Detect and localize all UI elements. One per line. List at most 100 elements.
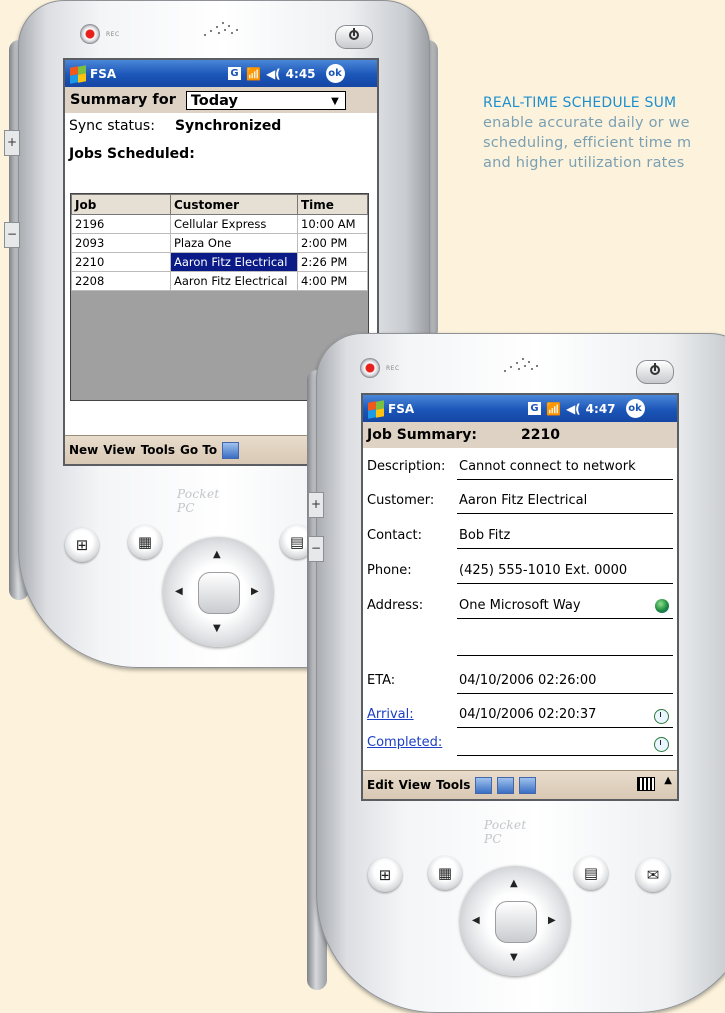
ok-button[interactable]: ok <box>625 399 645 418</box>
marketing-caption: REAL-TIME SCHEDULE SUM enable accurate d… <box>483 93 725 173</box>
sync-value: Synchronized <box>174 118 282 134</box>
messaging-hardware-button[interactable]: ✉ <box>636 858 670 892</box>
completed-link[interactable]: Completed: <box>367 735 442 750</box>
cell-customer: Cellular Express <box>170 214 298 234</box>
address-line2-field[interactable] <box>457 635 673 656</box>
navigation-pad[interactable]: ▲ ▼ ◀ ▶ <box>460 866 570 976</box>
record-button[interactable] <box>360 358 380 378</box>
arrival-clock-icon[interactable] <box>654 709 669 724</box>
volume-up-button[interactable]: + <box>308 492 324 518</box>
address-field[interactable]: One Microsoft Way <box>457 598 673 619</box>
volume-down-button[interactable]: − <box>308 536 324 562</box>
clock-time[interactable]: 4:47 <box>586 402 616 416</box>
column-header-job[interactable]: Job <box>71 194 171 215</box>
phone-label: Phone: <box>367 563 412 578</box>
save-icon[interactable] <box>497 776 515 794</box>
windows-start-icon[interactable] <box>69 64 87 84</box>
arrival-field[interactable]: 04/10/2006 02:20:37 <box>457 707 673 728</box>
customer-field[interactable]: Aaron Fitz Electrical <box>457 493 673 514</box>
cell-customer: Aaron Fitz Electrical <box>170 271 298 291</box>
menu-goto[interactable]: Go To <box>180 443 217 457</box>
address-label: Address: <box>367 598 424 613</box>
map-globe-icon[interactable] <box>655 599 669 613</box>
title-bar: FSA G 📶 ◀( 4:47 ok <box>363 395 677 422</box>
windows-hardware-button[interactable]: ⊞ <box>368 858 402 892</box>
rec-label: REC <box>386 365 400 372</box>
column-header-customer[interactable]: Customer <box>170 194 298 215</box>
menu-tools[interactable]: Tools <box>141 443 175 457</box>
sync-label: Sync status: <box>69 118 155 134</box>
arrow-up-icon: ▲ <box>510 878 518 889</box>
speaker-grille <box>500 356 540 374</box>
input-panel-arrow-icon[interactable]: ▲ <box>664 775 672 786</box>
table-row[interactable]: 2196 Cellular Express 10:00 AM <box>71 214 368 234</box>
caption-line: and higher utilization rates <box>483 155 685 171</box>
power-button[interactable] <box>335 25 373 49</box>
summary-row: Summary for Today ▼ <box>65 87 377 113</box>
table-row-selected[interactable]: 2210 Aaron Fitz Electrical 2:26 PM <box>71 252 368 272</box>
cell-job: 2208 <box>71 271 171 291</box>
contacts-hardware-button[interactable]: ▤ <box>574 856 608 890</box>
menu-tools[interactable]: Tools <box>436 778 470 792</box>
completed-field[interactable] <box>457 735 673 756</box>
windows-start-icon[interactable] <box>367 399 385 419</box>
send-icon[interactable] <box>519 776 537 794</box>
address-field-row: Address: One Microsoft Way <box>367 598 673 619</box>
keyboard-icon[interactable] <box>637 777 655 791</box>
dpad-center[interactable] <box>495 901 537 943</box>
arrival-link[interactable]: Arrival: <box>367 707 414 722</box>
menu-view[interactable]: View <box>399 778 431 792</box>
caption-line: scheduling, efficient time m <box>483 135 692 151</box>
phone-field[interactable]: (425) 555-1010 Ext. 0000 <box>457 563 673 584</box>
description-field[interactable]: Cannot connect to network <box>457 459 673 480</box>
arrow-left-icon: ◀ <box>175 586 183 597</box>
menu-view[interactable]: View <box>103 443 135 457</box>
table-row[interactable]: 2208 Aaron Fitz Electrical 4:00 PM <box>71 271 368 291</box>
calendar-hardware-button[interactable]: ▦ <box>128 525 162 559</box>
speaker-icon[interactable]: ◀( <box>566 402 581 416</box>
windows-hardware-button[interactable]: ⊞ <box>65 528 99 562</box>
volume-up-button[interactable]: + <box>4 130 20 156</box>
description-label: Description: <box>367 459 446 474</box>
pocket-pc-logo: Pocket PC <box>177 487 220 515</box>
notes-tool-icon[interactable] <box>475 776 493 794</box>
app-title: FSA <box>90 66 117 81</box>
cell-job: 2210 <box>71 252 171 272</box>
job-summary-label: Job Summary: <box>367 427 478 443</box>
menu-edit[interactable]: Edit <box>367 778 394 792</box>
eta-field-row: ETA: 04/10/2006 02:26:00 <box>367 673 673 694</box>
arrow-down-icon: ▼ <box>213 623 221 634</box>
column-header-time[interactable]: Time <box>297 194 368 215</box>
navigation-pad[interactable]: ▲ ▼ ◀ ▶ <box>163 537 273 647</box>
cell-time: 4:00 PM <box>297 271 368 291</box>
calendar-hardware-button[interactable]: ▦ <box>428 856 462 890</box>
cell-job: 2093 <box>71 233 171 253</box>
volume-down-button[interactable]: − <box>4 222 20 248</box>
arrow-up-icon: ▲ <box>213 549 221 560</box>
contact-field[interactable]: Bob Fitz <box>457 528 673 549</box>
menu-new[interactable]: New <box>69 443 98 457</box>
arrow-right-icon: ▶ <box>251 586 259 597</box>
signal-icon[interactable]: 📶 <box>546 402 561 416</box>
address-line2-row <box>367 635 673 656</box>
summary-period-value: Today <box>190 92 238 109</box>
speaker-icon[interactable]: ◀( <box>266 67 281 81</box>
completed-field-row: Completed: <box>367 735 673 756</box>
record-button[interactable] <box>80 24 100 44</box>
sync-tool-icon[interactable] <box>222 441 240 459</box>
clock-time[interactable]: 4:45 <box>286 67 316 81</box>
ok-button[interactable]: ok <box>325 64 345 83</box>
signal-icon[interactable]: 📶 <box>246 67 261 81</box>
screen-job-summary: FSA G 📶 ◀( 4:47 ok Job Summary: 2210 Des… <box>361 393 679 801</box>
power-button[interactable] <box>636 360 674 384</box>
customer-label: Customer: <box>367 493 435 508</box>
summary-period-select[interactable]: Today ▼ <box>185 90 346 110</box>
customer-field-row: Customer: Aaron Fitz Electrical <box>367 493 673 514</box>
table-header-row: Job Customer Time <box>71 194 368 215</box>
dpad-center[interactable] <box>198 572 240 614</box>
summary-label: Summary for <box>70 92 176 108</box>
eta-field[interactable]: 04/10/2006 02:26:00 <box>457 673 673 694</box>
completed-clock-icon[interactable] <box>654 737 669 752</box>
job-number: 2210 <box>521 427 560 443</box>
table-row[interactable]: 2093 Plaza One 2:00 PM <box>71 233 368 253</box>
